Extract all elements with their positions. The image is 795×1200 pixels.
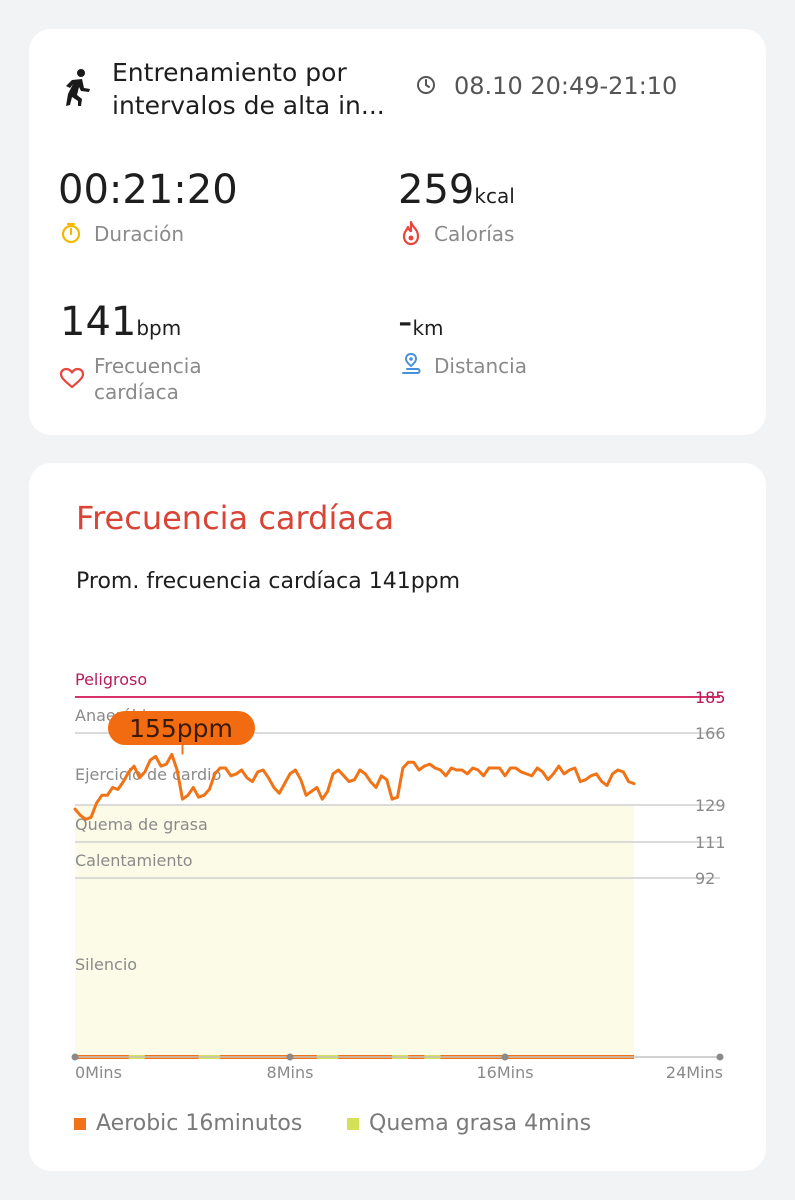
calories-label: Calorías bbox=[434, 222, 515, 246]
calories-readout: 259kcal bbox=[398, 167, 515, 213]
workout-summary-card: Entrenamiento por intervalos de alta in.… bbox=[29, 29, 766, 435]
running-person-icon bbox=[66, 69, 90, 106]
heart-rate-label-line2: cardíaca bbox=[94, 380, 179, 404]
heart-rate-label: Frecuencia cardíaca bbox=[94, 353, 202, 405]
heart-rate-unit: bpm bbox=[136, 316, 182, 340]
zone-threshold-label: 92 bbox=[695, 869, 715, 888]
average-heart-rate-text: Prom. frecuencia cardíaca 141ppm bbox=[76, 569, 461, 594]
distance-value: - bbox=[398, 299, 413, 345]
zone-label: Silencio bbox=[75, 955, 137, 974]
workout-title: Entrenamiento por intervalos de alta in.… bbox=[112, 58, 385, 120]
clock-icon bbox=[417, 76, 435, 94]
x-tick-dot bbox=[71, 1053, 79, 1061]
zone-label: Peligroso bbox=[75, 670, 147, 689]
workout-time-range: 08.10 20:49-21:10 bbox=[454, 72, 678, 100]
x-tick-label: 8Mins bbox=[267, 1063, 314, 1082]
x-tick-dot bbox=[716, 1053, 724, 1061]
heart-rate-readout: 141bpm bbox=[60, 299, 181, 345]
aerobic-swatch bbox=[74, 1117, 86, 1130]
heart-icon bbox=[59, 367, 85, 389]
x-tick-dot bbox=[501, 1053, 509, 1061]
highlight-label: 155ppm bbox=[129, 714, 233, 743]
heart-rate-label-line1: Frecuencia bbox=[94, 354, 202, 378]
legend-fat-burn: Quema grasa 4mins bbox=[347, 1111, 591, 1136]
heart-rate-chart[interactable]: Peligroso185Anaeróbico166Ejercicio de ca… bbox=[29, 653, 766, 1093]
legend-fat-burn-label: Quema grasa 4mins bbox=[369, 1111, 592, 1136]
distance-label: Distancia bbox=[434, 354, 527, 378]
location-route-icon bbox=[402, 352, 421, 374]
legend-aerobic: Aerobic 16minutos bbox=[74, 1111, 302, 1136]
x-tick-label: 0Mins bbox=[75, 1063, 122, 1082]
legend-aerobic-label: Aerobic 16minutos bbox=[96, 1111, 303, 1136]
x-tick-label: 16Mins bbox=[476, 1063, 533, 1082]
zone-threshold-label: 111 bbox=[695, 833, 726, 852]
heart-rate-title: Frecuencia cardíaca bbox=[76, 499, 395, 537]
x-tick-label: 24Mins bbox=[666, 1063, 723, 1082]
duration-value: 00:21:20 bbox=[58, 167, 238, 213]
zone-threshold-label: 129 bbox=[695, 796, 726, 815]
zone-threshold-label: 185 bbox=[695, 688, 726, 707]
distance-unit: km bbox=[412, 316, 444, 340]
fat-burn-swatch bbox=[347, 1117, 359, 1130]
duration-label: Duración bbox=[94, 222, 185, 246]
heart-rate-card: Frecuencia cardíaca Prom. frecuencia car… bbox=[29, 463, 766, 1171]
flame-icon bbox=[402, 220, 420, 246]
zone-threshold-label: 166 bbox=[695, 724, 726, 743]
zone-label: Quema de grasa bbox=[75, 815, 208, 834]
zone-label: Calentamiento bbox=[75, 851, 193, 870]
distance-readout: -km bbox=[398, 299, 444, 345]
heart-rate-value: 141 bbox=[60, 299, 137, 345]
chart-area-fill bbox=[75, 805, 634, 1057]
x-tick-dot bbox=[286, 1053, 294, 1061]
calories-unit: kcal bbox=[474, 184, 515, 208]
stopwatch-icon bbox=[61, 222, 81, 244]
calories-value: 259 bbox=[398, 167, 475, 213]
